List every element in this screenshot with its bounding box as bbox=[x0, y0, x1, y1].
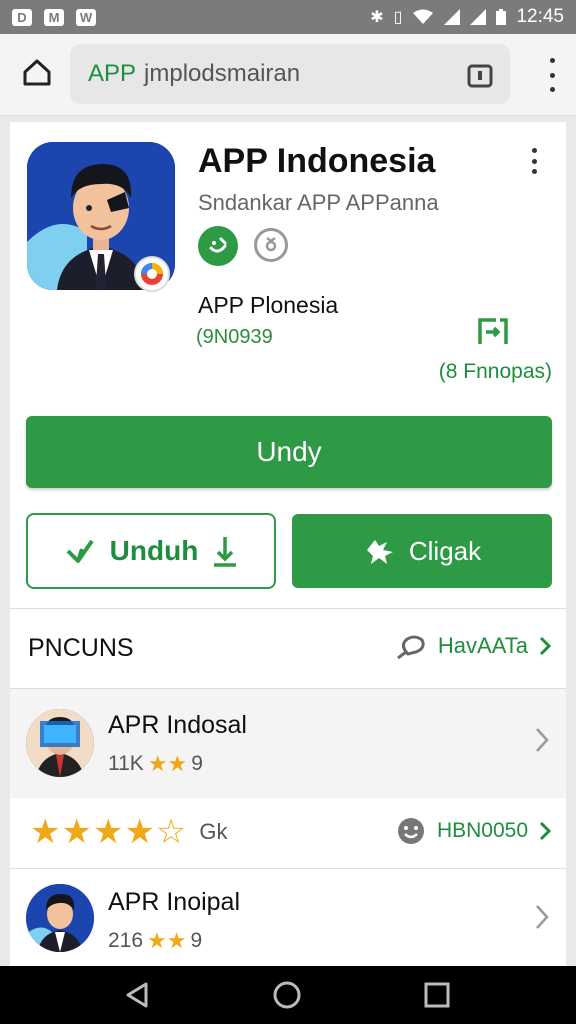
app-code: (9N0939 bbox=[196, 326, 273, 348]
reviews-link[interactable]: HBN0050 bbox=[395, 815, 552, 847]
signal-icon bbox=[470, 9, 487, 25]
secondary-action-button[interactable]: Cligak bbox=[292, 514, 552, 588]
rating-stars: ★★★★☆ Gk bbox=[30, 813, 228, 851]
app-title: APP Indonesia bbox=[198, 142, 436, 180]
secondary-button-label: Cligak bbox=[408, 535, 482, 566]
bluetooth-icon: ✱ bbox=[370, 9, 384, 26]
review-count: Gk bbox=[199, 819, 228, 844]
mail-icon: M bbox=[44, 8, 64, 26]
divider bbox=[10, 608, 566, 609]
checkmark-icon bbox=[66, 539, 94, 563]
section-link-label: HavAATa bbox=[437, 633, 528, 658]
status-time: 12:45 bbox=[516, 6, 564, 27]
app-detail-page: APP Indonesia Sndankar APP APPanna APP P… bbox=[10, 122, 566, 966]
related-app-meta: 11K ★★ 9 bbox=[108, 751, 203, 777]
wifi-icon bbox=[413, 9, 434, 24]
divider bbox=[10, 868, 566, 869]
chevron-right-icon bbox=[536, 728, 549, 752]
related-app-title: APR Inoipal bbox=[108, 888, 241, 916]
developer-name[interactable]: Sndankar APP APPanna bbox=[198, 190, 439, 216]
app-subtitle: APP Plonesia bbox=[198, 292, 339, 318]
back-icon[interactable] bbox=[122, 980, 152, 1010]
install-button[interactable]: Undy bbox=[26, 416, 552, 488]
puzzle-icon bbox=[366, 540, 393, 564]
share-icon[interactable] bbox=[476, 316, 510, 346]
smiley-chat-icon bbox=[397, 818, 424, 844]
chevron-right-icon bbox=[539, 636, 552, 656]
share-label[interactable]: (8 Fnnopas) bbox=[439, 360, 552, 384]
related-app-avatar bbox=[26, 709, 94, 777]
content-rating-icon bbox=[254, 228, 288, 262]
url-text: jmplodsmairan bbox=[144, 60, 301, 87]
section-see-more-link[interactable]: HavAATa bbox=[396, 632, 552, 660]
chevron-right-icon bbox=[536, 905, 549, 929]
star-icon: ★★ bbox=[147, 751, 188, 776]
reviews-link-label: HBN0050 bbox=[436, 819, 528, 842]
battery-icon bbox=[496, 9, 507, 25]
browser-toolbar: APP jmplodsmairan bbox=[0, 34, 576, 116]
install-button-label: Undy bbox=[256, 436, 322, 467]
tabs-icon[interactable] bbox=[466, 61, 494, 89]
system-nav-bar bbox=[0, 966, 576, 1024]
chevron-right-icon bbox=[539, 821, 552, 841]
editors-choice-icon bbox=[198, 226, 238, 266]
related-app-rating: 9 bbox=[191, 752, 203, 775]
related-app-downloads: 11K bbox=[108, 752, 144, 775]
signal-icon bbox=[444, 9, 461, 25]
more-options-icon[interactable] bbox=[532, 148, 537, 174]
app-badge-icon bbox=[134, 256, 170, 292]
star-icon: ★★ bbox=[147, 928, 187, 953]
sim-icon: D bbox=[12, 8, 32, 26]
related-app-row[interactable]: APR Inoipal 216 ★★ 9 bbox=[10, 870, 566, 966]
download-button[interactable]: Unduh bbox=[26, 513, 276, 589]
browser-menu-icon[interactable] bbox=[542, 58, 562, 92]
recents-icon[interactable] bbox=[422, 980, 452, 1010]
home-circle-icon[interactable] bbox=[272, 980, 302, 1010]
related-app-rating: 9 bbox=[190, 929, 203, 952]
search-icon bbox=[397, 635, 425, 660]
related-app-downloads: 216 bbox=[108, 929, 144, 952]
status-bar: D M W ✱ ▯ 12:45 bbox=[0, 0, 576, 34]
related-app-title: APR Indosal bbox=[108, 711, 247, 739]
home-icon[interactable] bbox=[20, 56, 54, 90]
download-icon bbox=[214, 537, 237, 567]
chat-icon: W bbox=[76, 8, 96, 26]
related-app-row[interactable]: APR Indosal 11K ★★ 9 bbox=[10, 688, 566, 798]
download-button-label: Unduh bbox=[109, 535, 199, 566]
url-highlight: APP bbox=[88, 60, 137, 87]
vibrate-icon: ▯ bbox=[393, 9, 403, 26]
section-title: PNCUNS bbox=[28, 634, 134, 662]
related-app-avatar bbox=[26, 884, 94, 952]
related-app-meta: 216 ★★ 9 bbox=[108, 928, 202, 954]
address-bar[interactable]: APP jmplodsmairan bbox=[70, 44, 555, 104]
